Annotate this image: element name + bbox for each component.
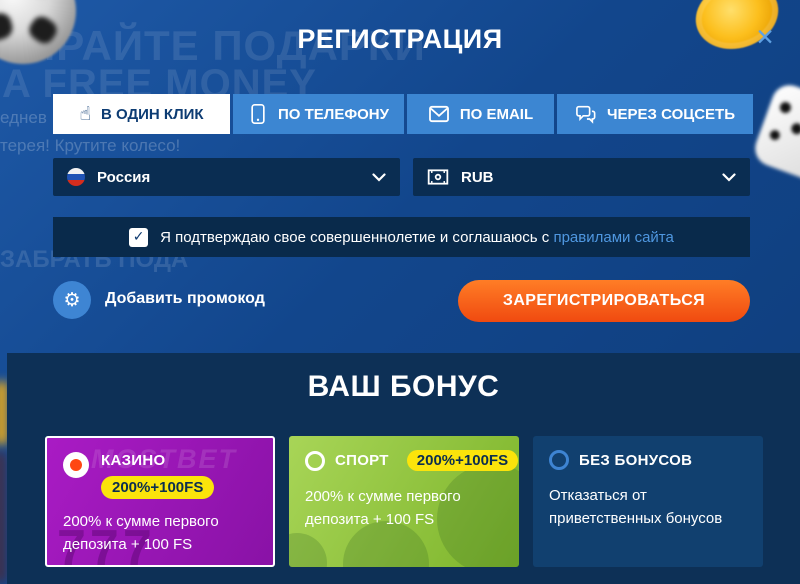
russia-flag-icon	[67, 168, 85, 186]
chat-bubbles-icon	[575, 104, 597, 124]
add-promocode-button[interactable]: ⚙	[53, 281, 91, 319]
bonus-card-title: КАЗИНО	[101, 452, 165, 469]
chevron-down-icon	[722, 173, 736, 182]
dice-decoration	[750, 80, 800, 188]
background-text-fragment: терея! Крутите колесо!	[0, 136, 180, 156]
currency-select[interactable]: RUB	[413, 158, 750, 196]
close-icon[interactable]: ✕	[752, 25, 778, 51]
bonus-card-description: 200% к сумме первого депозита + 100 FS	[63, 511, 257, 556]
envelope-icon	[428, 105, 450, 123]
phone-icon	[248, 103, 268, 125]
ball-decoration	[289, 533, 327, 567]
tab-label: ЧЕРЕЗ СОЦСЕТЬ	[607, 106, 735, 123]
bonus-card-casino[interactable]: MOSTBET 777 КАЗИНО 200%+100FS 200% к сум…	[45, 436, 275, 567]
tab-one-click[interactable]: ☝ В ОДИН КЛИК	[53, 94, 230, 134]
background-text-fragment: еднев	[0, 108, 47, 128]
registration-page: { "background": { "headline_ru": "ИРАЙТЕ…	[0, 0, 800, 584]
agreement-text-main: Я подтверждаю свое совершеннолетие и сог…	[160, 229, 549, 246]
tab-label: В ОДИН КЛИК	[101, 106, 204, 123]
background-blob	[0, 452, 6, 582]
tab-label: ПО EMAIL	[460, 106, 533, 123]
currency-select-value: RUB	[461, 169, 710, 186]
bonus-card-no-bonus[interactable]: БЕЗ БОНУСОВ Отказаться от приветственных…	[533, 436, 763, 567]
bonus-card-description: 200% к сумме первого депозита + 100 FS	[305, 486, 503, 531]
bonus-card-title: БЕЗ БОНУСОВ	[579, 452, 692, 469]
banknote-icon	[427, 169, 449, 185]
radio-unselected-icon[interactable]	[305, 451, 325, 471]
country-select[interactable]: Россия	[53, 158, 400, 196]
agreement-bar: ✓ Я подтверждаю свое совершеннолетие и с…	[53, 217, 750, 257]
bonus-section: ВАШ БОНУС MOSTBET 777 КАЗИНО 200%+100FS …	[7, 353, 800, 584]
bonus-badge: 200%+100FS	[101, 476, 214, 499]
bonus-card-title: СПОРТ	[335, 452, 389, 469]
site-rules-link[interactable]: правилами сайта	[553, 229, 673, 246]
register-button[interactable]: ЗАРЕГИСТРИРОВАТЬСЯ	[458, 280, 750, 322]
country-select-value: Россия	[97, 169, 360, 186]
click-hand-icon: ☝	[79, 105, 91, 124]
tab-by-phone[interactable]: ПО ТЕЛЕФОНУ	[233, 94, 404, 134]
bonus-badge: 200%+100FS	[407, 450, 518, 471]
tab-via-social[interactable]: ЧЕРЕЗ СОЦСЕТЬ	[557, 94, 753, 134]
chevron-down-icon	[372, 173, 386, 182]
bonus-card-sport[interactable]: СПОРТ 200%+100FS 200% к сумме первого де…	[289, 436, 519, 567]
radio-unselected-icon[interactable]	[549, 450, 569, 470]
gear-icon: ⚙	[63, 291, 80, 310]
registration-tabs: ☝ В ОДИН КЛИК ПО ТЕЛЕФОНУ ПО EMAIL ЧЕРЕЗ	[53, 94, 753, 134]
agreement-text: Я подтверждаю свое совершеннолетие и сог…	[160, 229, 674, 246]
agreement-checkbox[interactable]: ✓	[129, 228, 148, 247]
page-title: РЕГИСТРАЦИЯ	[0, 24, 800, 55]
tab-by-email[interactable]: ПО EMAIL	[407, 94, 554, 134]
bonus-card-description: Отказаться от приветственных бонусов	[549, 485, 747, 530]
add-promocode-label[interactable]: Добавить промокод	[105, 290, 265, 308]
tab-label: ПО ТЕЛЕФОНУ	[278, 106, 389, 123]
bonus-cards: MOSTBET 777 КАЗИНО 200%+100FS 200% к сум…	[45, 436, 763, 567]
radio-selected-icon[interactable]	[63, 452, 89, 478]
bonus-section-title: ВАШ БОНУС	[7, 370, 800, 404]
